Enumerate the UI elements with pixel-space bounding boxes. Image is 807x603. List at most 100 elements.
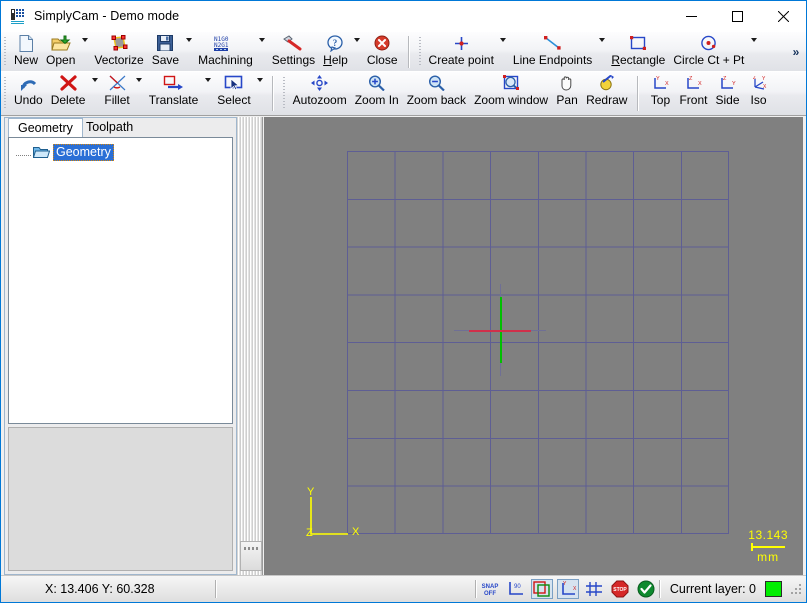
open-button[interactable]: Open: [42, 32, 79, 72]
axis-label-x: X: [352, 526, 360, 538]
view-toolbar-grip[interactable]: [279, 72, 289, 115]
edit-toolbar-grip[interactable]: [1, 72, 10, 115]
svg-text:X: X: [698, 81, 702, 87]
draw-toolbar-grip[interactable]: [415, 32, 425, 72]
maximize-button[interactable]: [714, 1, 760, 31]
minimize-button[interactable]: [668, 1, 714, 31]
line-endpoints-dropdown-arrow[interactable]: [596, 32, 607, 72]
view-side-icon: Z Y: [716, 74, 738, 92]
tree-connector-line: [16, 144, 33, 160]
zoom-window-label: Zoom window: [474, 93, 549, 107]
group-select-toggle[interactable]: [530, 579, 553, 599]
close-button[interactable]: [760, 1, 806, 31]
floppy-disk-icon: [154, 34, 176, 52]
open-label: Open: [46, 53, 76, 67]
select-dropdown-arrow[interactable]: [255, 72, 266, 115]
view-iso-icon: Z Y X: [748, 74, 770, 92]
fillet-button[interactable]: Fillet: [100, 72, 133, 115]
zoom-back-button[interactable]: Zoom back: [403, 72, 470, 115]
delete-dropdown-arrow[interactable]: [89, 72, 100, 115]
grid-toggle[interactable]: [583, 579, 605, 599]
fillet-dropdown-arrow[interactable]: [134, 72, 145, 115]
svg-text:X: X: [763, 84, 767, 90]
view-top-button[interactable]: Y X Top: [645, 72, 675, 115]
help-balloon-icon: ?: [325, 34, 347, 52]
stop-button[interactable]: STOP: [609, 579, 631, 599]
ortho-90-toggle[interactable]: 90: [505, 579, 527, 599]
delete-button[interactable]: Delete: [47, 72, 90, 115]
window-title: SimplyCam - Demo mode: [34, 9, 180, 23]
undo-button[interactable]: Undo: [10, 72, 47, 115]
autozoom-button[interactable]: Autozoom: [289, 72, 351, 115]
line-endpoints-label: Line Endpoints: [512, 53, 593, 67]
view-front-icon: Z X: [682, 74, 704, 92]
view-side-label: Side: [715, 93, 740, 107]
translate-button[interactable]: Translate: [145, 72, 203, 115]
nc-code-icon: N1G0 N2G1: [214, 34, 236, 52]
rectangle-button[interactable]: Rectangle: [607, 32, 669, 72]
circle-dropdown-arrow[interactable]: [748, 32, 759, 72]
view-iso-button[interactable]: Z Y X Iso: [744, 72, 774, 115]
pan-button[interactable]: Pan: [552, 72, 582, 115]
select-arrow-icon: [223, 74, 245, 92]
status-separator-3: [658, 580, 661, 598]
svg-text:Z: Z: [753, 76, 756, 81]
resize-grip[interactable]: [788, 581, 804, 597]
zoom-window-button[interactable]: Zoom window: [470, 72, 552, 115]
panel-splitter[interactable]: [237, 117, 263, 575]
vectorize-button[interactable]: Vectorize: [90, 32, 147, 72]
save-button[interactable]: Save: [148, 32, 183, 72]
current-layer-color-swatch[interactable]: [765, 581, 782, 597]
svg-text:Z: Z: [723, 76, 727, 82]
edit-view-toolbar: Undo Delete Fillet Translate Select Auto…: [1, 71, 806, 116]
geometry-tree[interactable]: Geometry: [8, 137, 233, 424]
close-doc-button[interactable]: Close: [363, 32, 402, 72]
tab-toolpath[interactable]: Toolpath: [77, 118, 142, 137]
delete-label: Delete: [50, 93, 86, 107]
close-circle-icon: [371, 34, 393, 52]
circle-center-point-button[interactable]: Circle Ct + Pt: [669, 32, 748, 72]
panel-properties-area: [8, 427, 233, 571]
machining-dropdown-arrow[interactable]: [257, 32, 268, 72]
tree-item-geometry[interactable]: Geometry: [16, 143, 114, 161]
redraw-label: Redraw: [586, 93, 628, 107]
scale-indicator: 13.143 mm: [748, 529, 788, 565]
select-button[interactable]: Select: [213, 72, 254, 115]
translate-dropdown-arrow[interactable]: [202, 72, 213, 115]
redraw-icon: [596, 74, 618, 92]
help-button[interactable]: ? Help: [319, 32, 352, 72]
origin-toggle[interactable]: Y X: [556, 579, 579, 599]
new-button[interactable]: New: [10, 32, 42, 72]
view-front-button[interactable]: Z X Front: [675, 72, 711, 115]
confirm-button[interactable]: [635, 579, 657, 599]
svg-text:Y: Y: [732, 81, 736, 87]
rectangle-label: Rectangle: [611, 53, 666, 67]
splitter-grip-handle[interactable]: [240, 541, 262, 571]
settings-button[interactable]: Settings: [268, 32, 319, 72]
redraw-button[interactable]: Redraw: [582, 72, 631, 115]
zoom-out-icon: [425, 74, 447, 92]
fillet-icon: [106, 74, 128, 92]
drawing-canvas[interactable]: Y X Z 13.143 mm: [264, 117, 803, 575]
vectorize-icon: [108, 34, 130, 52]
machining-button[interactable]: N1G0 N2G1 Machining: [194, 32, 257, 72]
left-panel: Geometry Toolpath Geometry: [4, 117, 237, 575]
view-side-button[interactable]: Z Y Side: [711, 72, 743, 115]
snap-off-toggle[interactable]: SNAP OFF: [479, 579, 501, 599]
line-endpoints-button[interactable]: Line Endpoints: [509, 32, 596, 72]
zoom-in-button[interactable]: Zoom In: [351, 72, 403, 115]
open-dropdown-arrow[interactable]: [79, 32, 90, 72]
select-label: Select: [217, 93, 251, 107]
undo-arrow-icon: [17, 74, 39, 92]
tab-geometry[interactable]: Geometry: [8, 118, 83, 137]
toolbar-overflow-button[interactable]: »: [786, 32, 806, 72]
toolbar-grip[interactable]: [1, 32, 10, 72]
canvas-grid: [347, 151, 729, 534]
new-document-icon: [15, 34, 37, 52]
machining-label: Machining: [198, 53, 253, 67]
save-dropdown-arrow[interactable]: [183, 32, 194, 72]
main-toolbar: New Open Vectorize Save N1G0 N2G1 Machin…: [1, 31, 806, 73]
help-dropdown-arrow[interactable]: [352, 32, 363, 72]
create-point-dropdown-arrow[interactable]: [498, 32, 509, 72]
create-point-button[interactable]: Create point: [425, 32, 498, 72]
